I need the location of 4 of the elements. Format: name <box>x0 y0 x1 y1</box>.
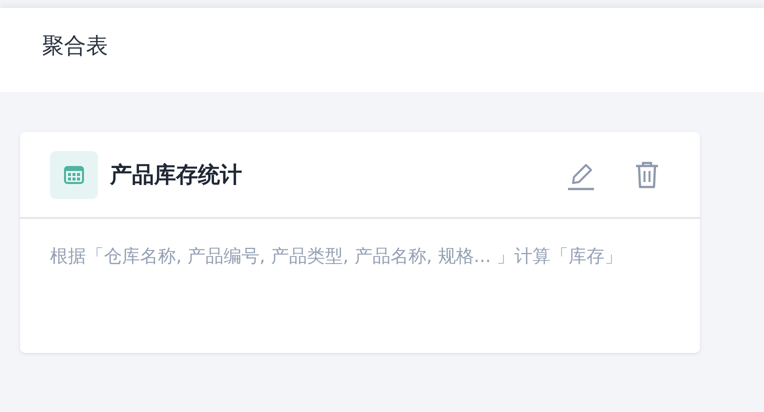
table-icon <box>50 150 98 198</box>
card-description: 根据「仓库名称, 产品编号, 产品类型, 产品名称, 规格... 」计算「库存」 <box>50 245 624 269</box>
page-title: 聚合表 <box>42 33 108 61</box>
card-title: 产品库存统计 <box>110 162 243 190</box>
